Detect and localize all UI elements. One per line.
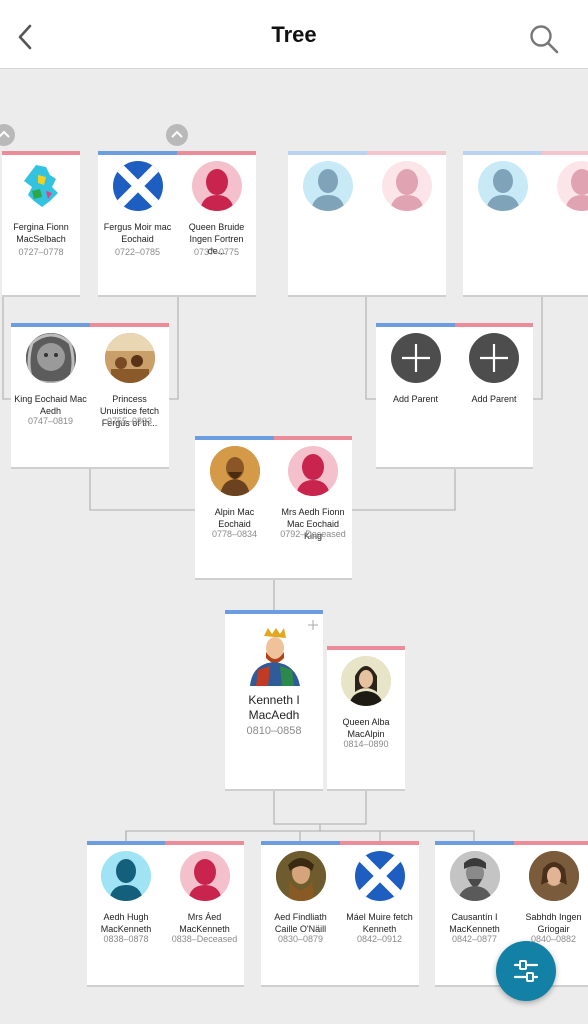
person-name: Aedh Hugh MacKenneth xyxy=(100,912,152,934)
plus-icon xyxy=(390,333,441,383)
search-icon[interactable] xyxy=(528,23,560,55)
person-dates: 0722–0785 xyxy=(114,247,161,257)
female-silhouette-icon xyxy=(179,851,230,901)
female-silhouette-icon xyxy=(381,161,432,211)
person-dates: 0792–Deceased xyxy=(280,529,346,539)
filter-sliders-button[interactable] xyxy=(496,941,556,1001)
add-parent-label: Add Parent xyxy=(471,394,517,404)
focus-person-dates: 0810–0858 xyxy=(246,725,302,737)
person-card[interactable]: Princess Unuistice fetch Fergus of th...… xyxy=(90,323,169,467)
male-silhouette-icon xyxy=(302,161,353,211)
plus-icon xyxy=(469,333,519,383)
scotland-flag-icon xyxy=(354,851,405,901)
portrait-photo xyxy=(341,656,391,706)
add-parent-card[interactable]: Add Parent xyxy=(455,323,533,467)
focus-person-card[interactable]: Kenneth I MacAedh 0810–0858 xyxy=(225,610,323,789)
person-name: Máel Muire fetch Kenneth xyxy=(346,912,413,934)
empty-parent-card[interactable] xyxy=(542,151,588,295)
person-dates: 0838–Deceased xyxy=(171,934,238,944)
person-card[interactable]: Mrs Aedh Fionn Mac Eochaid King 0792–Dec… xyxy=(274,436,352,578)
scotland-map-icon xyxy=(16,161,66,211)
portrait-photo xyxy=(528,851,579,901)
page-title: Tree xyxy=(271,22,317,47)
person-card[interactable]: Queen Bruide Ingen Fortren de... 0737–07… xyxy=(177,151,256,295)
collapse-up-icon[interactable] xyxy=(166,124,188,146)
person-card[interactable]: Fergina Fionn MacSelbach 0727–0778 xyxy=(2,151,80,295)
add-parent-card[interactable]: Add Parent xyxy=(376,323,455,467)
female-silhouette-icon xyxy=(556,161,588,211)
person-dates: 0838–0878 xyxy=(103,934,149,944)
male-silhouette-icon xyxy=(477,161,528,211)
person-name: Causantín I MacKenneth xyxy=(449,912,500,934)
scotland-flag-icon xyxy=(112,161,163,211)
person-card[interactable]: Queen Alba MacAlpin 0814–0890 xyxy=(327,646,405,789)
add-parent-label: Add Parent xyxy=(392,394,439,404)
child-card[interactable]: Máel Muire fetch Kenneth 0842–0912 xyxy=(340,841,419,985)
person-dates: 0755–0803 xyxy=(106,416,153,426)
person-name: Sabhdh Ingen Griogair xyxy=(525,912,582,934)
person-name: Queen Alba MacAlpin xyxy=(342,717,390,739)
person-card[interactable]: Fergus Moir mac Eochaid 0722–0785 xyxy=(98,151,177,295)
person-dates: 0727–0778 xyxy=(18,247,64,257)
portrait-photo xyxy=(209,446,260,496)
person-dates: 0814–0890 xyxy=(343,739,389,749)
portrait-photo xyxy=(275,851,326,901)
person-name: Fergina Fionn MacSelbach xyxy=(13,222,69,244)
female-silhouette-icon xyxy=(288,446,338,496)
focus-person-name: Kenneth I MacAedh xyxy=(248,693,300,722)
top-bar: Tree xyxy=(0,0,588,69)
person-card[interactable]: Alpin Mac Eochaid 0778–0834 xyxy=(195,436,274,578)
collapse-up-icon[interactable] xyxy=(0,124,15,146)
empty-parent-card[interactable] xyxy=(367,151,446,295)
person-name: Fergus Moir mac Eochaid xyxy=(103,222,172,244)
person-name: King Eochaid Mac Aedh xyxy=(14,394,87,416)
person-dates: 0830–0879 xyxy=(277,934,324,944)
child-card[interactable]: Mrs Áed MacKenneth 0838–Deceased xyxy=(165,841,244,985)
sliders-icon xyxy=(513,960,539,982)
person-card[interactable]: King Eochaid Mac Aedh 0747–0819 xyxy=(11,323,90,467)
empty-parent-card[interactable] xyxy=(463,151,542,295)
portrait-photo xyxy=(25,333,76,383)
portrait-photo xyxy=(449,851,500,901)
person-dates: 0842–0912 xyxy=(356,934,403,944)
male-silhouette-icon xyxy=(101,851,151,901)
person-dates: 0737–0775 xyxy=(193,247,240,257)
portrait-photo xyxy=(104,333,155,383)
king-portrait-illustration xyxy=(244,626,304,686)
person-name: Aed Findliath Caille O'Näill xyxy=(274,912,327,934)
person-dates: 0747–0819 xyxy=(27,416,74,426)
child-card[interactable]: Aed Findliath Caille O'Näill 0830–0879 xyxy=(261,841,340,985)
child-card[interactable]: Aedh Hugh MacKenneth 0838–0878 xyxy=(87,841,165,985)
empty-parent-card[interactable] xyxy=(288,151,367,295)
family-tree-canvas[interactable]: Fergina Fionn MacSelbach 0727–0778 Fergu… xyxy=(0,69,588,1024)
person-name: Mrs Áed MacKenneth xyxy=(179,912,230,934)
person-name: Alpin Mac Eochaid xyxy=(214,507,255,529)
person-dates: 0778–0834 xyxy=(211,529,258,539)
add-plus-icon[interactable] xyxy=(307,618,319,630)
female-silhouette-icon xyxy=(191,161,242,211)
